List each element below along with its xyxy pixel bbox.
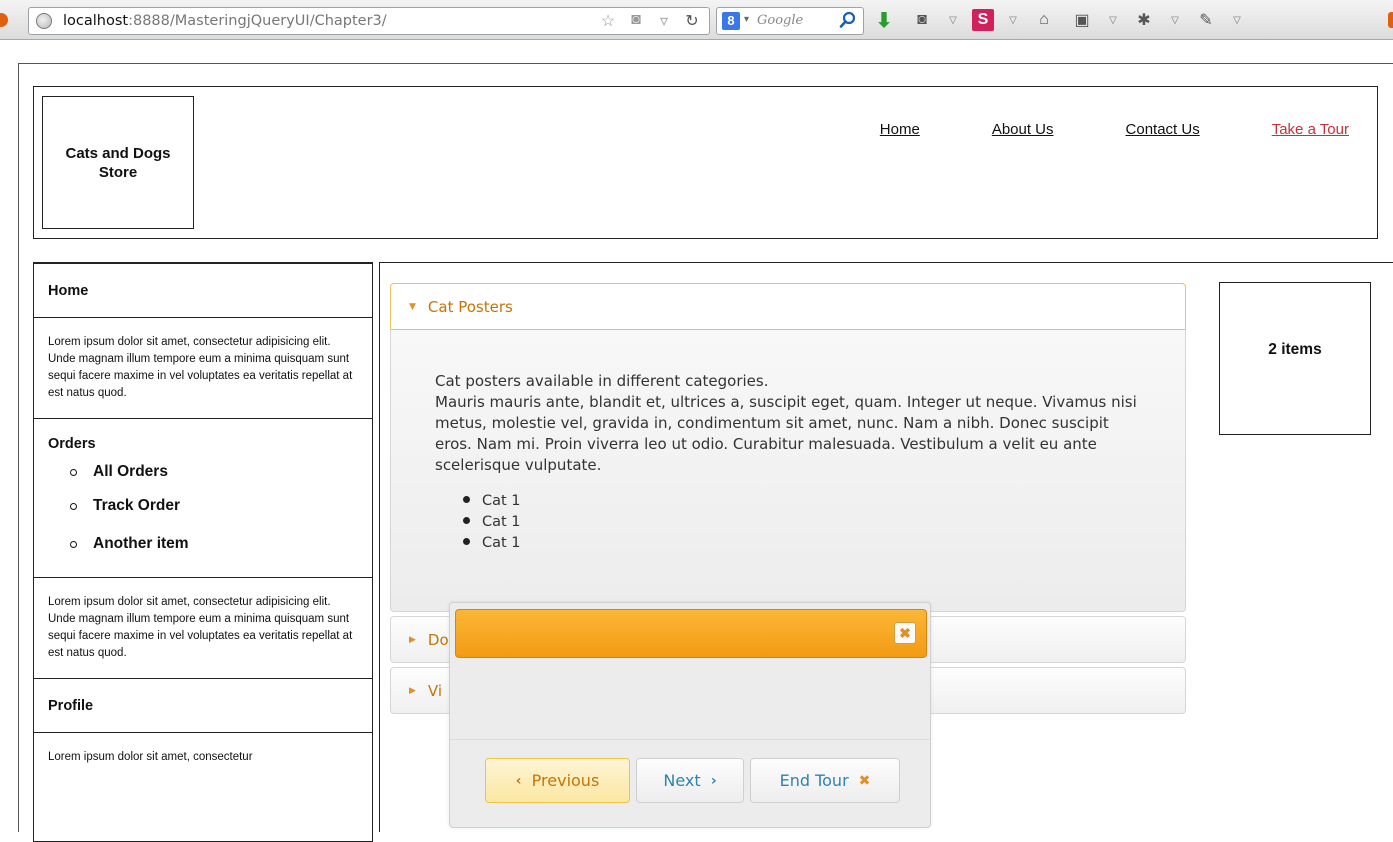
tour-body bbox=[450, 665, 930, 740]
close-icon[interactable]: ✖ bbox=[894, 622, 916, 644]
sidebar-item-all-orders[interactable]: All Orders bbox=[70, 457, 358, 487]
accordion-header-label: Vi bbox=[427, 681, 443, 700]
circle-bullet-icon bbox=[70, 502, 77, 510]
cart-count: 2 items bbox=[1268, 341, 1322, 358]
pocket-toolbar-icon[interactable]: ◙ bbox=[910, 8, 934, 32]
sidebar-item-track-order[interactable]: Track Order bbox=[70, 487, 358, 525]
firefox-icon bbox=[0, 13, 8, 27]
panel-lead-text: Cat posters available in different categ… bbox=[435, 372, 769, 390]
bookmark-star-icon[interactable]: ☆ bbox=[599, 11, 617, 31]
sidebar-item-another-item[interactable]: Another item bbox=[70, 525, 358, 563]
menu-edge-icon bbox=[1388, 12, 1393, 28]
sidebar-orders-title[interactable]: Orders bbox=[48, 436, 358, 452]
eyedropper-icon[interactable]: ✎ bbox=[1194, 8, 1218, 32]
sidebar-orders-text-section: Lorem ipsum dolor sit amet, consectetur … bbox=[34, 578, 372, 679]
list-item-label: Cat 1 bbox=[482, 514, 521, 530]
addon-s-icon[interactable]: S bbox=[972, 9, 994, 31]
tour-button-pane: ‹ Previous Next › End Tour ✖ bbox=[450, 739, 930, 827]
orders-list: All Orders Track Order Another item bbox=[48, 457, 358, 563]
firebug-dropdown-icon[interactable]: ▽ bbox=[1170, 8, 1180, 32]
pocket-dropdown-icon[interactable]: ▽ bbox=[948, 8, 958, 32]
address-bar[interactable]: localhost:8888/MasteringjQueryUI/Chapter… bbox=[28, 7, 710, 35]
triangle-down-icon: ▼ bbox=[409, 301, 416, 312]
browser-toolbar: localhost:8888/MasteringjQueryUI/Chapter… bbox=[0, 0, 1393, 40]
sidebar-profile-title[interactable]: Profile bbox=[34, 679, 372, 733]
sidebar-item-label: Another item bbox=[93, 535, 189, 552]
bookmarks-dropdown-icon[interactable]: ▽ bbox=[1108, 8, 1118, 32]
url-path: :8888/MasteringjQueryUI/Chapter3/ bbox=[128, 13, 387, 29]
home-icon[interactable]: ⌂ bbox=[1032, 8, 1056, 32]
bullet-icon bbox=[463, 517, 470, 524]
end-tour-button[interactable]: End Tour ✖ bbox=[750, 758, 900, 803]
top-nav: Home About Us Contact Us Take a Tour bbox=[880, 121, 1349, 138]
search-engine-label: Google bbox=[757, 13, 804, 28]
cat-list: Cat 1 Cat 1 Cat 1 bbox=[435, 491, 1141, 554]
firebug-icon[interactable]: ✱ bbox=[1132, 8, 1156, 32]
tour-titlebar[interactable]: ✖ bbox=[455, 609, 927, 658]
search-icon[interactable] bbox=[839, 11, 857, 29]
sidebar-home-section: Home Lorem ipsum dolor sit amet, consect… bbox=[34, 264, 372, 419]
download-icon[interactable]: ⬇ bbox=[872, 8, 896, 32]
accordion-header-label: Cat Posters bbox=[427, 297, 513, 316]
eyedropper-dropdown-icon[interactable]: ▽ bbox=[1232, 8, 1242, 32]
sidebar-home-title[interactable]: Home bbox=[34, 264, 372, 318]
chevron-right-icon: › bbox=[710, 772, 717, 789]
search-engine-icon[interactable]: 8 bbox=[722, 12, 740, 30]
bookmarks-menu-icon[interactable]: ▣ bbox=[1070, 8, 1094, 32]
store-logo[interactable]: Cats and Dogs Store bbox=[42, 96, 194, 229]
circle-bullet-icon bbox=[70, 468, 77, 476]
search-box[interactable]: 8 ▾ Google bbox=[716, 7, 864, 35]
url-host: localhost bbox=[63, 13, 129, 29]
tour-dialog: ✖ ‹ Previous Next › End Tour ✖ bbox=[449, 602, 931, 828]
globe-icon bbox=[36, 13, 52, 29]
sidebar-orders-section: Orders All Orders Track Order Another it… bbox=[34, 419, 372, 578]
addon-s-dropdown-icon[interactable]: ▽ bbox=[1008, 8, 1018, 32]
sidebar-profile-text: Lorem ipsum dolor sit amet, consectetur bbox=[48, 751, 253, 763]
previous-button[interactable]: ‹ Previous bbox=[485, 758, 630, 803]
nav-about-link[interactable]: About Us bbox=[992, 121, 1054, 138]
sidebar-profile-section: Profile Lorem ipsum dolor sit amet, cons… bbox=[34, 679, 372, 782]
sidebar-home-text: Lorem ipsum dolor sit amet, consectetur … bbox=[48, 336, 353, 399]
accordion-panel: Cat posters available in different categ… bbox=[390, 330, 1186, 612]
page-frame-left bbox=[18, 63, 19, 832]
nav-take-tour-link[interactable]: Take a Tour bbox=[1272, 121, 1349, 138]
nav-contact-link[interactable]: Contact Us bbox=[1126, 121, 1200, 138]
panel-body-text: Mauris mauris ante, blandit et, ultrices… bbox=[435, 393, 1137, 474]
reload-icon[interactable]: ↻ bbox=[683, 11, 701, 31]
end-tour-label: End Tour bbox=[779, 771, 849, 790]
history-dropdown-icon[interactable]: ▿ bbox=[655, 11, 673, 31]
list-item: Cat 1 bbox=[463, 512, 1141, 533]
triangle-right-icon: ▶ bbox=[409, 634, 416, 645]
url-text[interactable]: localhost:8888/MasteringjQueryUI/Chapter… bbox=[63, 13, 387, 29]
page-frame-top bbox=[18, 63, 1393, 64]
accordion-header-cat-posters[interactable]: ▼ Cat Posters bbox=[390, 283, 1186, 330]
site-header: Cats and Dogs Store Home About Us Contac… bbox=[33, 86, 1378, 239]
close-x-icon: ✖ bbox=[858, 772, 871, 789]
pocket-icon[interactable]: ◙ bbox=[627, 11, 645, 31]
bullet-icon bbox=[463, 538, 470, 545]
circle-bullet-icon bbox=[70, 540, 77, 548]
chevron-left-icon: ‹ bbox=[515, 772, 522, 789]
list-item-label: Cat 1 bbox=[482, 535, 521, 551]
sidebar: Home Lorem ipsum dolor sit amet, consect… bbox=[33, 262, 373, 842]
sidebar-item-label: Track Order bbox=[93, 497, 181, 514]
triangle-right-icon: ▶ bbox=[409, 685, 416, 696]
sidebar-orders-text: Lorem ipsum dolor sit amet, consectetur … bbox=[48, 596, 353, 659]
sidebar-item-label: All Orders bbox=[93, 463, 168, 480]
next-label: Next bbox=[663, 771, 701, 790]
bullet-icon bbox=[463, 496, 470, 503]
engine-dropdown-icon[interactable]: ▾ bbox=[744, 14, 749, 25]
list-item-label: Cat 1 bbox=[482, 493, 521, 509]
cart-summary[interactable]: 2 items bbox=[1219, 282, 1371, 435]
nav-home-link[interactable]: Home bbox=[880, 121, 920, 138]
previous-label: Previous bbox=[531, 771, 600, 790]
next-button[interactable]: Next › bbox=[636, 758, 744, 803]
accordion-header-label: Do bbox=[427, 630, 449, 649]
list-item: Cat 1 bbox=[463, 491, 1141, 512]
list-item: Cat 1 bbox=[463, 533, 1141, 554]
